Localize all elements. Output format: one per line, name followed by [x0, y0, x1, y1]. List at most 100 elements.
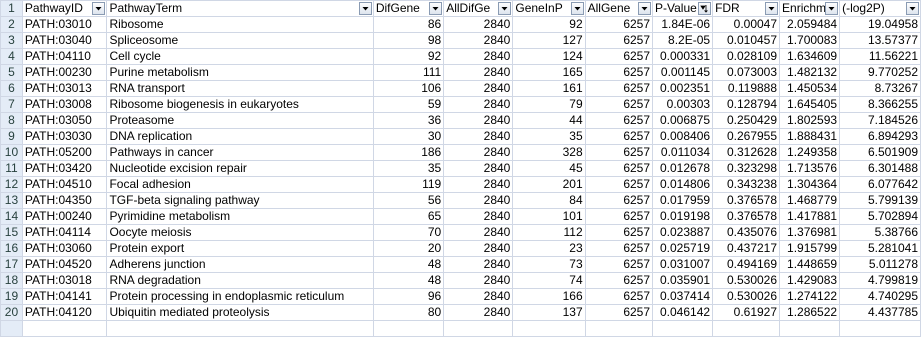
table-cell[interactable]: 6257 [584, 32, 654, 49]
table-cell[interactable]: Ubiquitin mediated proteolysis [106, 304, 374, 321]
table-cell[interactable]: Oocyte meiosis [106, 224, 374, 241]
table-cell[interactable]: 73 [512, 256, 586, 273]
table-cell[interactable]: Cell cycle [106, 48, 374, 65]
column-header[interactable]: AllGene [584, 0, 654, 17]
table-cell[interactable]: 2840 [443, 288, 514, 305]
table-cell[interactable]: 48 [372, 256, 445, 273]
column-header[interactable]: P-Value [652, 0, 714, 17]
table-cell[interactable]: Focal adhesion [106, 176, 374, 193]
table-cell[interactable]: PATH:03010 [21, 16, 108, 33]
table-cell[interactable]: PATH:03013 [21, 80, 108, 97]
table-cell[interactable]: 201 [512, 176, 586, 193]
table-cell[interactable]: 65 [372, 208, 445, 225]
table-cell[interactable]: 0.031007 [652, 256, 714, 273]
table-cell[interactable]: Ribosome biogenesis in eukaryotes [106, 96, 374, 113]
filter-dropdown-button[interactable] [638, 2, 652, 15]
table-cell[interactable]: 0.61927 [712, 304, 781, 321]
table-cell[interactable]: 6257 [584, 256, 654, 273]
table-cell[interactable]: 137 [512, 304, 586, 321]
table-cell[interactable] [652, 320, 714, 337]
column-header[interactable]: FDR [712, 0, 781, 17]
table-cell[interactable]: 5.38766 [839, 224, 921, 241]
table-cell[interactable]: Spliceosome [106, 32, 374, 49]
table-cell[interactable]: PATH:04520 [21, 256, 108, 273]
table-cell[interactable]: Nucleotide excision repair [106, 160, 374, 177]
table-cell[interactable]: Purine metabolism [106, 64, 374, 81]
table-cell[interactable]: 5.281041 [839, 240, 921, 257]
table-cell[interactable]: 0.008406 [652, 128, 714, 145]
row-number[interactable]: 10 [0, 144, 23, 161]
row-number[interactable]: 2 [0, 16, 23, 33]
table-cell[interactable]: 6257 [584, 96, 654, 113]
table-cell[interactable]: 96 [372, 288, 445, 305]
table-cell[interactable]: 6257 [584, 176, 654, 193]
table-cell[interactable]: 74 [512, 272, 586, 289]
row-number[interactable]: 16 [0, 240, 23, 257]
table-cell[interactable]: 0.376578 [712, 208, 781, 225]
table-cell[interactable]: 6.301488 [839, 160, 921, 177]
table-cell[interactable]: 0.011034 [652, 144, 714, 161]
table-cell[interactable]: 0.435076 [712, 224, 781, 241]
table-cell[interactable]: Ribosome [106, 16, 374, 33]
row-number[interactable]: 20 [0, 304, 23, 321]
row-number[interactable]: 11 [0, 160, 23, 177]
table-cell[interactable]: 0.037414 [652, 288, 714, 305]
column-header[interactable]: AllDifGe [443, 0, 514, 17]
table-cell[interactable]: 2840 [443, 208, 514, 225]
table-cell[interactable]: 2840 [443, 32, 514, 49]
table-cell[interactable]: 98 [372, 32, 445, 49]
table-cell[interactable]: PATH:00230 [21, 64, 108, 81]
table-cell[interactable]: RNA transport [106, 80, 374, 97]
table-cell[interactable]: 2840 [443, 80, 514, 97]
table-cell[interactable]: 56 [372, 192, 445, 209]
row-number[interactable]: 8 [0, 112, 23, 129]
table-cell[interactable]: 328 [512, 144, 586, 161]
row-number[interactable]: 3 [0, 32, 23, 49]
table-cell[interactable]: 45 [512, 160, 586, 177]
filter-dropdown-button[interactable] [92, 2, 106, 15]
row-number[interactable]: 15 [0, 224, 23, 241]
table-cell[interactable]: 2840 [443, 96, 514, 113]
table-cell[interactable]: 0.00047 [712, 16, 781, 33]
column-header[interactable]: GeneInP [512, 0, 586, 17]
table-cell[interactable]: 2840 [443, 48, 514, 65]
table-cell[interactable]: 80 [372, 304, 445, 321]
table-cell[interactable]: 111 [372, 64, 445, 81]
table-cell[interactable]: 6257 [584, 224, 654, 241]
table-cell[interactable]: 2840 [443, 304, 514, 321]
table-cell[interactable]: 1.286522 [779, 304, 841, 321]
table-cell[interactable]: 20 [372, 240, 445, 257]
row-number[interactable]: 18 [0, 272, 23, 289]
table-cell[interactable]: PATH:03420 [21, 160, 108, 177]
table-cell[interactable]: 8.366255 [839, 96, 921, 113]
table-cell[interactable] [712, 320, 781, 337]
column-header[interactable]: PathwayTerm [106, 0, 374, 17]
table-cell[interactable] [106, 320, 374, 337]
table-cell[interactable]: 1.468779 [779, 192, 841, 209]
table-cell[interactable]: Protein export [106, 240, 374, 257]
column-header[interactable]: PathwayID [21, 0, 108, 17]
table-cell[interactable]: 86 [372, 16, 445, 33]
table-cell[interactable]: 44 [512, 112, 586, 129]
table-cell[interactable]: 6.501909 [839, 144, 921, 161]
table-cell[interactable]: 6257 [584, 240, 654, 257]
table-cell[interactable]: 11.56221 [839, 48, 921, 65]
table-cell[interactable]: PATH:03008 [21, 96, 108, 113]
table-cell[interactable]: 6257 [584, 304, 654, 321]
table-cell[interactable]: 0.00303 [652, 96, 714, 113]
table-cell[interactable]: 6257 [584, 80, 654, 97]
table-cell[interactable]: 0.028109 [712, 48, 781, 65]
filter-dropdown-button[interactable] [358, 2, 372, 15]
table-cell[interactable]: 2840 [443, 64, 514, 81]
table-cell[interactable]: 1.304364 [779, 176, 841, 193]
column-header[interactable]: (-log2P) [839, 0, 921, 17]
table-cell[interactable]: 127 [512, 32, 586, 49]
table-cell[interactable]: 6257 [584, 48, 654, 65]
table-cell[interactable]: 8.2E-05 [652, 32, 714, 49]
table-cell[interactable]: 92 [512, 16, 586, 33]
table-cell[interactable]: 1.634609 [779, 48, 841, 65]
table-cell[interactable]: 0.530026 [712, 288, 781, 305]
table-cell[interactable] [21, 320, 108, 337]
table-cell[interactable]: 2840 [443, 176, 514, 193]
table-cell[interactable]: 2840 [443, 192, 514, 209]
